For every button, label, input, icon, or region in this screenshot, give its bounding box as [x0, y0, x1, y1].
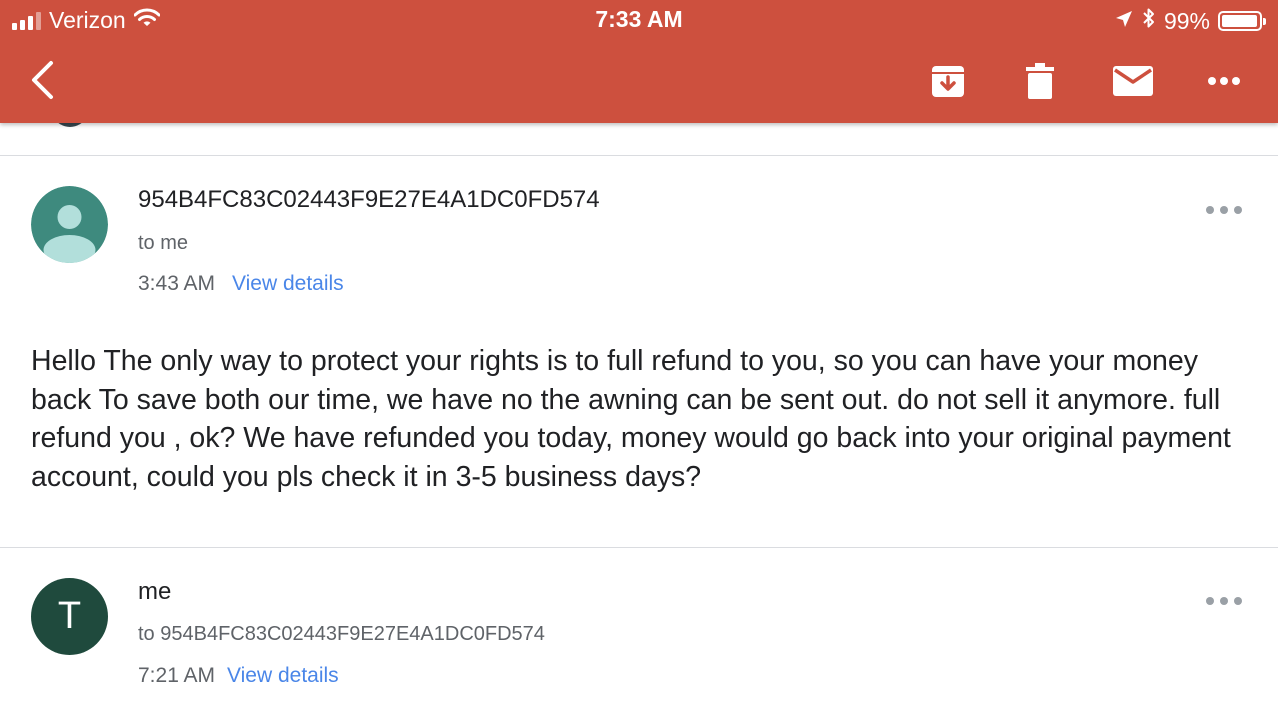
mail-icon	[1113, 66, 1153, 96]
sender-avatar[interactable]	[31, 186, 108, 263]
status-time: 7:33 AM	[595, 6, 683, 32]
conversation-view: 954B4FC83C02443F9E27E4A1DC0FD574 to me 3…	[0, 53, 1278, 719]
mark-unread-button[interactable]	[1110, 63, 1156, 99]
status-bar: Verizon 7:33 AM 99%	[0, 0, 1278, 40]
sender-avatar[interactable]: T	[31, 578, 108, 655]
archive-button[interactable]	[928, 61, 968, 101]
dot-icon	[1234, 206, 1242, 214]
back-arrow-icon	[32, 61, 53, 99]
trash-icon	[1026, 63, 1054, 99]
sender-name: me	[138, 578, 172, 605]
recipient-line: to me	[138, 232, 189, 254]
more-icon	[1208, 77, 1240, 85]
dot-icon	[1206, 206, 1214, 214]
delete-button[interactable]	[1022, 60, 1058, 102]
status-bar-right: 99%	[1114, 7, 1266, 35]
message-time: 3:43 AM	[138, 272, 216, 295]
sender-name: 954B4FC83C02443F9E27E4A1DC0FD574	[138, 186, 600, 213]
dot-icon	[1206, 597, 1214, 605]
battery-percent: 99%	[1163, 7, 1210, 34]
recipient-line: to 954B4FC83C02443F9E27E4A1DC0FD574	[138, 623, 545, 645]
more-options-button[interactable]	[1204, 70, 1244, 92]
battery-icon	[1218, 11, 1266, 31]
message-more-button[interactable]	[1206, 591, 1242, 611]
app-header: Verizon 7:33 AM 99%	[0, 0, 1278, 123]
avatar-letter: T	[57, 595, 82, 637]
divider	[0, 547, 1278, 548]
person-icon	[31, 186, 108, 263]
back-button[interactable]	[22, 58, 62, 102]
bluetooth-icon	[1142, 7, 1156, 35]
dot-icon	[1220, 597, 1228, 605]
message-more-button[interactable]	[1206, 200, 1242, 220]
dot-icon	[1234, 597, 1242, 605]
message-time: 7:21 AM	[138, 664, 216, 687]
location-icon	[1114, 8, 1134, 35]
message-body: Hello The only way to protect your right…	[31, 345, 1231, 493]
dot-icon	[1220, 206, 1228, 214]
archive-icon	[932, 66, 964, 97]
view-details-link[interactable]: View details	[227, 664, 339, 688]
divider	[0, 155, 1278, 156]
view-details-link[interactable]: View details	[232, 272, 344, 296]
toolbar	[0, 40, 1278, 123]
